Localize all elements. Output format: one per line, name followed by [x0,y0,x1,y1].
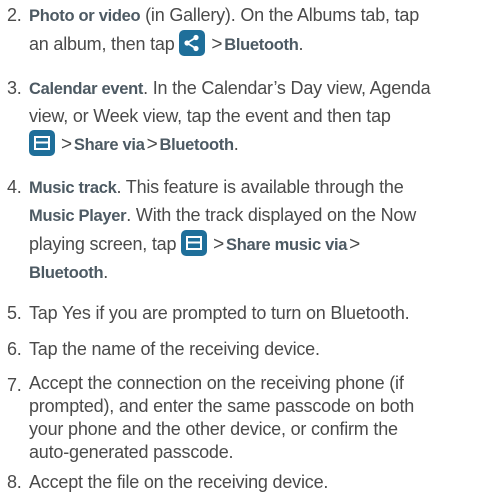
step-line: Bluetooth. [29,259,486,287]
step-text: . In the Calendar’s Day view, Agenda [143,78,431,98]
menu-icon [181,230,208,256]
step-text: an album, then tap [29,34,180,54]
punctuation: . [233,134,239,154]
step-5: 5. Tap Yes if you are prompted to turn o… [0,300,486,327]
step-text: Tap the name of the receiving device. [29,339,320,359]
step-line: an album, then tap > Bluetooth. [29,30,486,59]
step-line: view, or Week view, tap the event and th… [29,106,391,126]
step-text: Tap Yes if you are prompted to turn on B… [29,303,410,323]
step-4: 4. Music track. This feature is availabl… [0,174,486,287]
step-number: 2. [7,5,22,25]
step-title: Calendar event [29,80,144,98]
step-line: Photo or video (in Gallery). On the Albu… [29,2,486,30]
step-7: 7. Accept the connection on the receivin… [0,372,486,464]
step-line: your phone and the other device, or conf… [29,419,398,439]
step-3: 3. Calendar event. In the Calendar’s Day… [0,75,486,159]
arrow-separator: > [211,34,223,55]
step-title: Music track [29,179,117,197]
step-8: 8. Accept the file on the receiving devi… [0,469,486,496]
step-line: Accept the connection on the receiving p… [29,373,404,393]
share-icon [179,30,206,56]
step-line: playing screen, tap > Share music via > [29,230,486,259]
arrow-separator: > [213,234,225,255]
arrow-separator: > [349,234,361,255]
arrow-separator: > [146,134,158,155]
bold-term: Bluetooth [29,264,104,282]
step-number: 3. [7,78,22,98]
step-line: Music track. This feature is available t… [29,174,486,202]
step-text: . With the track displayed on the Now [126,205,417,225]
step-text: (in Gallery). On the Albums tab, tap [140,5,420,25]
bold-term: Bluetooth [159,136,235,154]
bold-term: Bluetooth [224,36,299,54]
bold-term: Share music via [226,236,348,254]
step-number: 7. [7,375,22,395]
step-line: auto-generated passcode. [29,442,234,462]
document-page: 2. Photo or video (in Gallery). On the A… [0,0,486,497]
step-6: 6. Tap the name of the receiving device. [0,336,486,363]
step-line: prompted), and enter the same passcode o… [29,396,415,416]
bold-term: Music Player [29,207,127,225]
punctuation: . [298,34,304,54]
step-text: . This feature is available through the [116,177,404,197]
punctuation: . [103,262,109,282]
step-number: 5. [7,303,22,323]
step-line: Calendar event. In the Calendar’s Day vi… [29,75,486,103]
bold-term: Share via [73,136,145,154]
menu-icon [29,130,55,156]
step-text: Accept the file on the receiving device. [29,472,329,492]
step-line: Music Player. With the track displayed o… [29,202,486,230]
step-number: 8. [7,472,22,492]
step-number: 4. [7,177,22,197]
step-2: 2. Photo or video (in Gallery). On the A… [0,2,486,59]
step-number: 6. [7,339,22,359]
step-title: Photo or video [29,7,141,25]
step-line: > Share via > Bluetooth. [29,130,486,159]
step-text: playing screen, tap [29,234,182,254]
arrow-separator: > [61,134,72,155]
